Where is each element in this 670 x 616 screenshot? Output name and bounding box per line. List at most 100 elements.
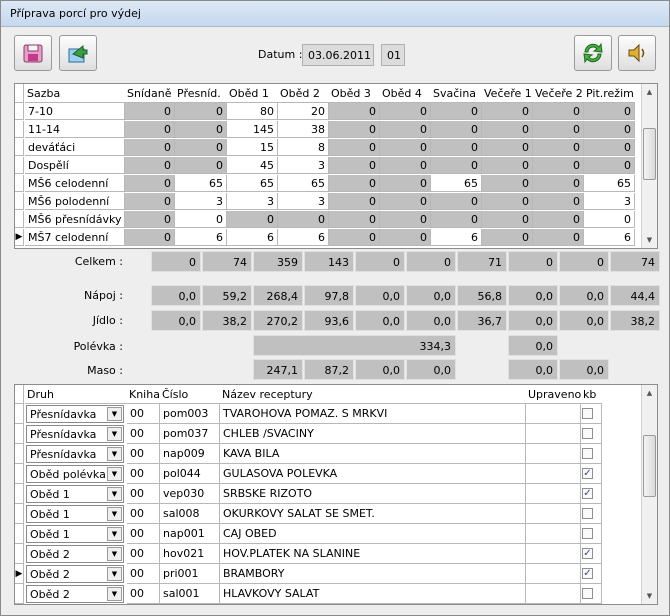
portion-cell[interactable]: 6 bbox=[431, 229, 482, 246]
recipe-nazev-cell[interactable]: CAJ OBED bbox=[220, 524, 526, 544]
portion-cell[interactable]: 0 bbox=[380, 211, 431, 228]
recipe-nazev-cell[interactable]: HOV.PLATEK NA SLANINE bbox=[220, 544, 526, 564]
portion-cell[interactable]: 3 bbox=[175, 193, 227, 210]
portion-cell[interactable]: 0 bbox=[533, 193, 584, 210]
chevron-down-icon[interactable]: ▼ bbox=[107, 527, 122, 541]
portion-cell[interactable]: 0 bbox=[125, 193, 175, 210]
druh-select[interactable]: Přesnídavka ▼ bbox=[26, 425, 124, 443]
chevron-down-icon[interactable]: ▼ bbox=[107, 587, 122, 601]
recipe-kniha-cell[interactable]: 00 bbox=[127, 484, 160, 504]
scroll-up-icon[interactable]: ▲ bbox=[642, 84, 657, 100]
upraveno-cell[interactable] bbox=[526, 544, 581, 564]
chevron-down-icon[interactable]: ▼ bbox=[107, 407, 122, 421]
portion-cell[interactable]: 0 bbox=[329, 121, 380, 138]
portion-cell[interactable]: 0 bbox=[482, 121, 533, 138]
portion-cell[interactable]: 65 bbox=[278, 175, 329, 192]
portion-cell[interactable]: 0 bbox=[278, 211, 329, 228]
sazba-cell[interactable]: MŠ6 celodenní bbox=[25, 175, 125, 192]
export-button[interactable] bbox=[59, 35, 97, 71]
portion-cell[interactable]: 0 bbox=[125, 211, 175, 228]
recipe-cislo-cell[interactable]: nap001 bbox=[160, 524, 220, 544]
portion-cell[interactable]: 0 bbox=[533, 229, 584, 246]
portion-cell[interactable]: 3 bbox=[278, 157, 329, 174]
portion-cell[interactable]: 3 bbox=[584, 193, 635, 210]
recipe-kniha-cell[interactable]: 00 bbox=[127, 464, 160, 484]
sazba-cell[interactable]: deváťáci bbox=[25, 139, 125, 156]
recipe-cislo-cell[interactable]: nap009 bbox=[160, 444, 220, 464]
portion-cell[interactable]: 6 bbox=[584, 229, 635, 246]
portion-cell[interactable]: 6 bbox=[175, 229, 227, 246]
portion-cell[interactable]: 0 bbox=[533, 139, 584, 156]
upraveno-cell[interactable] bbox=[526, 524, 581, 544]
portion-cell[interactable]: 0 bbox=[329, 139, 380, 156]
portion-cell[interactable]: 0 bbox=[584, 139, 635, 156]
portion-cell[interactable]: 8 bbox=[278, 139, 329, 156]
recipe-nazev-cell[interactable]: SRBSKE RIZOTO bbox=[220, 484, 526, 504]
save-button[interactable] bbox=[14, 35, 52, 71]
recipe-kniha-cell[interactable]: 00 bbox=[127, 584, 160, 604]
kb-checkbox[interactable]: ✓ bbox=[582, 468, 593, 479]
portion-cell[interactable]: 0 bbox=[584, 211, 635, 228]
chevron-down-icon[interactable]: ▼ bbox=[107, 447, 122, 461]
portion-cell[interactable]: 0 bbox=[482, 229, 533, 246]
kb-checkbox[interactable] bbox=[582, 528, 593, 539]
sazba-cell[interactable]: 11-14 bbox=[25, 121, 125, 138]
recipe-nazev-cell[interactable]: BRAMBORY bbox=[220, 564, 526, 584]
scroll-thumb[interactable] bbox=[643, 128, 656, 180]
datum-field[interactable]: 03.06.2011 bbox=[302, 44, 374, 66]
portion-cell[interactable]: 0 bbox=[175, 211, 227, 228]
kb-checkbox[interactable] bbox=[582, 588, 593, 599]
sazba-cell[interactable]: MŠ7 celodenní bbox=[25, 229, 125, 246]
scroll-thumb[interactable] bbox=[643, 435, 656, 497]
chevron-down-icon[interactable]: ▼ bbox=[107, 427, 122, 441]
kb-checkbox[interactable]: ✓ bbox=[582, 548, 593, 559]
kb-checkbox[interactable]: ✓ bbox=[582, 488, 593, 499]
portion-cell[interactable]: 0 bbox=[329, 193, 380, 210]
portion-cell[interactable]: 0 bbox=[175, 103, 227, 120]
recipe-kniha-cell[interactable]: 00 bbox=[127, 564, 160, 584]
recipe-nazev-cell[interactable]: KAVA BILA bbox=[220, 444, 526, 464]
code-field[interactable]: 01 bbox=[381, 44, 405, 66]
portion-cell[interactable]: 65 bbox=[227, 175, 278, 192]
druh-select[interactable]: Přesnídavka ▼ bbox=[26, 445, 124, 463]
portion-cell[interactable]: 0 bbox=[380, 157, 431, 174]
portion-cell[interactable]: 0 bbox=[380, 121, 431, 138]
kb-checkbox[interactable] bbox=[582, 428, 593, 439]
portion-cell[interactable]: 65 bbox=[175, 175, 227, 192]
portion-cell[interactable]: 80 bbox=[227, 103, 278, 120]
portion-cell[interactable]: 0 bbox=[380, 175, 431, 192]
recipe-cislo-cell[interactable]: hov021 bbox=[160, 544, 220, 564]
portion-cell[interactable]: 0 bbox=[227, 211, 278, 228]
portion-cell[interactable]: 0 bbox=[431, 139, 482, 156]
recipe-kniha-cell[interactable]: 00 bbox=[127, 504, 160, 524]
portion-cell[interactable]: 0 bbox=[175, 121, 227, 138]
recipe-cislo-cell[interactable]: pom003 bbox=[160, 404, 220, 424]
portion-cell[interactable]: 0 bbox=[380, 193, 431, 210]
kb-checkbox[interactable] bbox=[582, 408, 593, 419]
sazba-cell[interactable]: Dospělí bbox=[25, 157, 125, 174]
druh-select[interactable]: Oběd 1 ▼ bbox=[26, 525, 124, 543]
portion-cell[interactable]: 0 bbox=[125, 139, 175, 156]
portion-cell[interactable]: 3 bbox=[278, 193, 329, 210]
upraveno-cell[interactable] bbox=[526, 504, 581, 524]
scroll-up-icon[interactable]: ▲ bbox=[642, 385, 657, 401]
portion-cell[interactable]: 6 bbox=[278, 229, 329, 246]
upraveno-cell[interactable] bbox=[526, 564, 581, 584]
portion-cell[interactable]: 0 bbox=[329, 229, 380, 246]
portion-cell[interactable]: 6 bbox=[227, 229, 278, 246]
portion-cell[interactable]: 0 bbox=[584, 121, 635, 138]
druh-select[interactable]: Oběd 2 ▼ bbox=[26, 545, 124, 563]
portion-cell[interactable]: 0 bbox=[533, 211, 584, 228]
portion-cell[interactable]: 0 bbox=[125, 157, 175, 174]
upraveno-cell[interactable] bbox=[526, 584, 581, 604]
chevron-down-icon[interactable]: ▼ bbox=[107, 467, 122, 481]
portion-cell[interactable]: 0 bbox=[533, 175, 584, 192]
portion-cell[interactable]: 0 bbox=[482, 211, 533, 228]
portion-cell[interactable]: 38 bbox=[278, 121, 329, 138]
kb-checkbox[interactable] bbox=[582, 448, 593, 459]
portion-cell[interactable]: 0 bbox=[431, 121, 482, 138]
recipe-cislo-cell[interactable]: pri001 bbox=[160, 564, 220, 584]
portion-cell[interactable]: 0 bbox=[431, 193, 482, 210]
scroll-down-icon[interactable]: ▼ bbox=[642, 588, 657, 604]
recipe-cislo-cell[interactable]: vep030 bbox=[160, 484, 220, 504]
